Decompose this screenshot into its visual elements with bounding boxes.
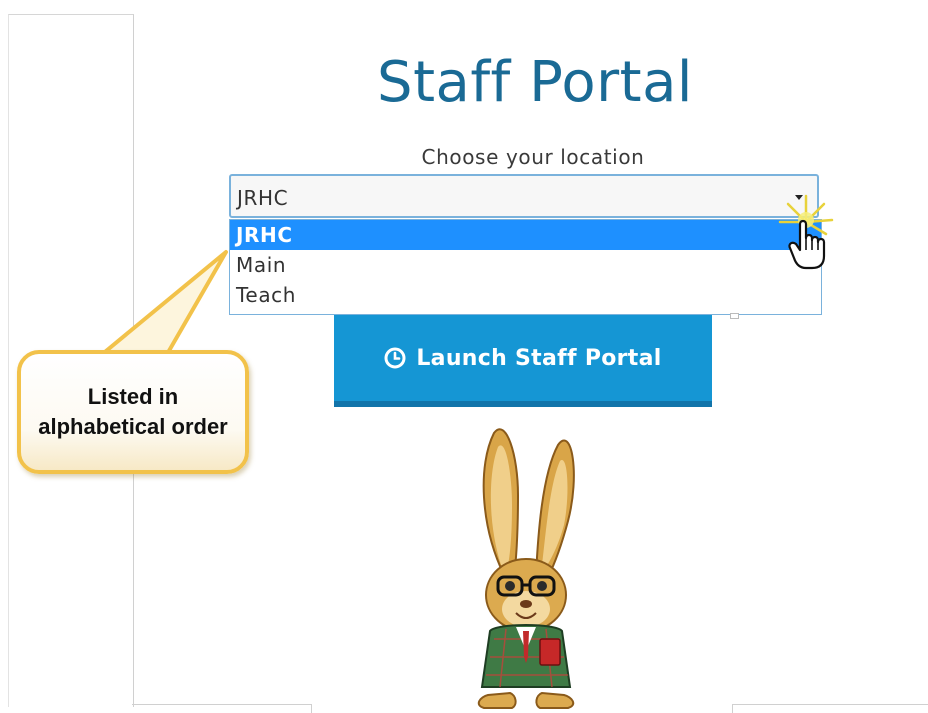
rabbit-mascot (477, 428, 575, 709)
launch-staff-portal-button[interactable]: Launch Staff Portal (334, 315, 712, 407)
resize-handle (730, 313, 739, 319)
callout-text: Listed in alphabetical order (38, 384, 228, 439)
launch-button-label: Launch Staff Portal (416, 345, 662, 371)
location-dropdown-list: JRHC Main Teach (229, 219, 822, 315)
dropdown-option-main[interactable]: Main (230, 250, 821, 280)
annotation-callout: Listed in alphabetical order (17, 350, 249, 474)
location-label: Choose your location (421, 145, 645, 169)
callout-pointer (98, 250, 228, 358)
dropdown-option-jrhc[interactable]: JRHC (230, 220, 821, 250)
clock-icon (384, 347, 406, 369)
bottom-divider-right-stub (732, 704, 733, 713)
bottom-divider-left-stub (311, 704, 312, 713)
bottom-divider-right (732, 704, 928, 705)
hand-pointer-cursor-icon (778, 194, 834, 270)
dropdown-option-teach[interactable]: Teach (230, 280, 821, 310)
bottom-divider-left (132, 704, 312, 705)
location-select[interactable]: JRHC (229, 174, 819, 218)
page-title: Staff Portal (377, 50, 693, 115)
